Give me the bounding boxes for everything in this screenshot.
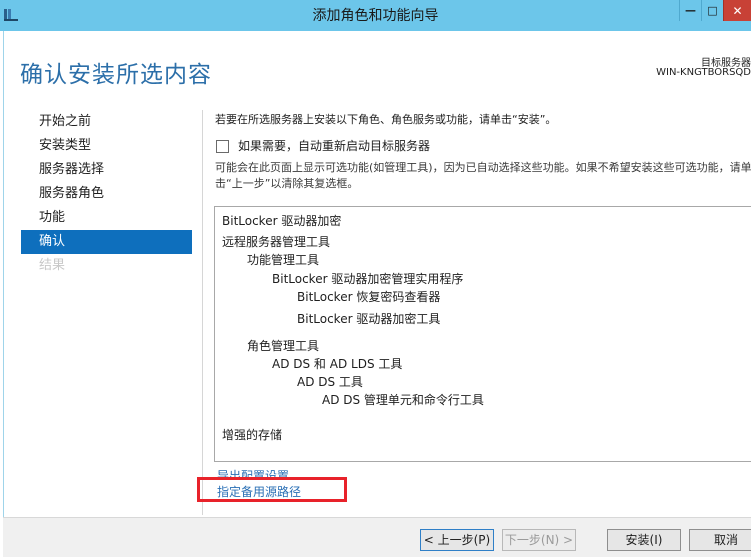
feature-item: BitLocker 驱动器加密 — [222, 214, 342, 228]
nav-item-installation-type[interactable]: 安装类型 — [21, 134, 192, 158]
restart-checkbox-label[interactable]: 如果需要，自动重新启动目标服务器 — [238, 137, 430, 154]
instruction-text: 若要在所选服务器上安装以下角色、角色服务或功能，请单击“安装”。 — [215, 113, 557, 126]
feature-item: 角色管理工具 — [247, 339, 320, 353]
feature-item: 功能管理工具 — [247, 253, 320, 267]
nav-item-results: 结果 — [39, 258, 66, 273]
feature-item: 增强的存储 — [222, 428, 283, 442]
nav-item-features[interactable]: 功能 — [21, 206, 192, 230]
nav-item-server-selection[interactable]: 服务器选择 — [21, 158, 192, 182]
nav-divider — [202, 110, 203, 515]
feature-item: BitLocker 恢复密码查看器 — [297, 290, 441, 304]
feature-item: BitLocker 驱动器加密管理实用程序 — [272, 272, 464, 286]
title-bar: 添加角色和功能向导 — □ ✕ — [0, 0, 751, 31]
window-controls: — □ ✕ — [679, 0, 751, 21]
minimize-icon: — — [685, 4, 696, 17]
annotation-highlight-box — [197, 477, 347, 502]
nav-item-server-roles[interactable]: 服务器角色 — [21, 182, 192, 206]
restart-checkbox[interactable] — [216, 140, 229, 153]
feature-item: 远程服务器管理工具 — [222, 235, 331, 249]
close-button[interactable]: ✕ — [723, 0, 751, 21]
install-button[interactable]: 安装(I) — [607, 529, 681, 551]
page-title: 确认安装所选内容 — [20, 62, 212, 88]
close-icon: ✕ — [732, 3, 743, 18]
nav-item-confirmation[interactable]: 确认 — [21, 230, 192, 254]
wizard-steps-nav: 开始之前 安装类型 服务器选择 服务器角色 功能 确认 结果 — [21, 110, 192, 278]
previous-button[interactable]: < 上一步(P) — [420, 529, 494, 551]
maximize-icon: □ — [707, 4, 718, 17]
selected-features-list: BitLocker 驱动器加密 远程服务器管理工具 功能管理工具 BitLock… — [214, 206, 751, 462]
next-button: 下一步(N) > — [502, 529, 576, 551]
feature-item: AD DS 工具 — [297, 375, 363, 389]
target-server-name: WIN-KNGTBORSQD — [656, 67, 751, 78]
optional-features-note: 可能会在此页面上显示可选功能(如管理工具)，因为已自动选择这些功能。如果不希望安… — [215, 161, 751, 190]
minimize-button[interactable]: — — [679, 0, 701, 21]
feature-item: BitLocker 驱动器加密工具 — [297, 312, 441, 326]
feature-item: AD DS 和 AD LDS 工具 — [272, 357, 403, 371]
feature-item: AD DS 管理单元和命令行工具 — [322, 393, 484, 407]
maximize-button[interactable]: □ — [701, 0, 723, 21]
nav-item-before-you-begin[interactable]: 开始之前 — [21, 110, 192, 134]
cancel-button[interactable]: 取消 — [689, 529, 751, 551]
window-title: 添加角色和功能向导 — [312, 8, 439, 24]
